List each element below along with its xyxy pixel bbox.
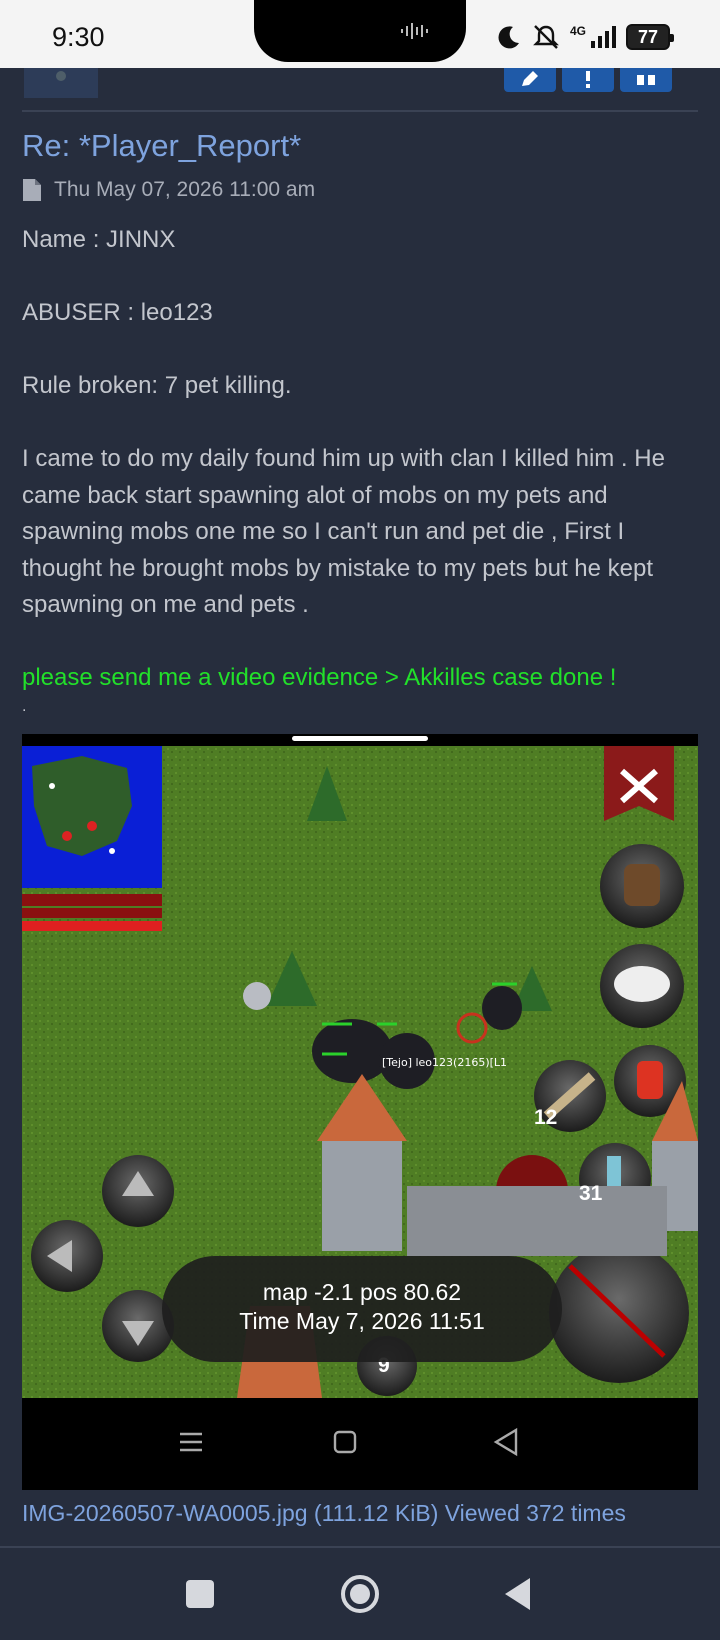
toast-time: Time May 7, 2026 11:51 [239, 1308, 485, 1334]
warn-button[interactable] [562, 68, 614, 92]
menu-icon [180, 1432, 202, 1452]
edit-button[interactable] [504, 68, 556, 92]
camera-island [254, 0, 466, 62]
document-icon [23, 179, 41, 201]
status-bar: 9:30 4G 77 [0, 0, 720, 68]
back-button-icon[interactable] [505, 1578, 530, 1610]
player-name-tag: [Tejo] leo123(2165)[L1 [382, 1056, 508, 1069]
staff-reply: please send me a video evidence > Akkill… [22, 664, 617, 691]
back-triangle-icon [493, 1427, 518, 1457]
attached-screenshot[interactable]: [Tejo] leo123(2165)[L1 12 31 9 map -2.1 … [22, 734, 698, 1490]
user-rank-icon [24, 68, 98, 98]
fish-count: 12 [534, 1106, 558, 1129]
screenshot-nav-bar [22, 1398, 698, 1490]
battery-indicator: 77 [626, 24, 674, 50]
status-icons: 4G 77 [496, 22, 674, 52]
system-nav-bar [0, 1546, 720, 1640]
status-time: 9:30 [52, 22, 105, 52]
exclamation-icon [586, 71, 590, 88]
report-rule-line: Rule broken: 7 pet killing. [22, 372, 292, 399]
potion-count: 31 [579, 1182, 603, 1205]
toast-map-pos: map -2.1 pos 80.62 [262, 1279, 462, 1305]
network-type: 4G [569, 24, 586, 38]
attachment-caption[interactable]: IMG-20260507-WA0005.jpg (111.12 KiB) Vie… [22, 1500, 626, 1527]
post-divider [22, 110, 698, 112]
post-content: Name : JINNX ABUSER : leo123 Rule broken… [22, 222, 702, 717]
pencil-icon [522, 71, 538, 86]
recents-button-icon[interactable] [186, 1580, 214, 1608]
report-name-line: Name : JINNX [22, 226, 176, 253]
report-abuser-line: ABUSER : leo123 [22, 299, 213, 326]
game-view: [Tejo] leo123(2165)[L1 12 31 9 map -2.1 … [22, 746, 698, 1398]
signal-icon [591, 26, 616, 48]
post-header [0, 68, 720, 112]
audio-wave-icon [401, 23, 428, 39]
post-meta: Thu May 07, 2026 11:00 am [22, 178, 315, 202]
home-button-icon[interactable] [341, 1575, 379, 1613]
post-title[interactable]: Re: *Player_Report* [22, 128, 301, 164]
home-square-icon [333, 1430, 357, 1454]
quote-icon [637, 75, 655, 85]
post-date: Thu May 07, 2026 11:00 am [54, 178, 316, 201]
gesture-bar [292, 736, 428, 741]
mute-bell-icon [533, 25, 559, 49]
report-description: I came to do my daily found him up with … [22, 445, 665, 618]
position-toast: map -2.1 pos 80.62 Time May 7, 2026 11:5… [162, 1256, 562, 1362]
quote-button[interactable] [620, 68, 672, 92]
trailing-dot: . [22, 697, 27, 715]
moon-icon [498, 26, 519, 49]
